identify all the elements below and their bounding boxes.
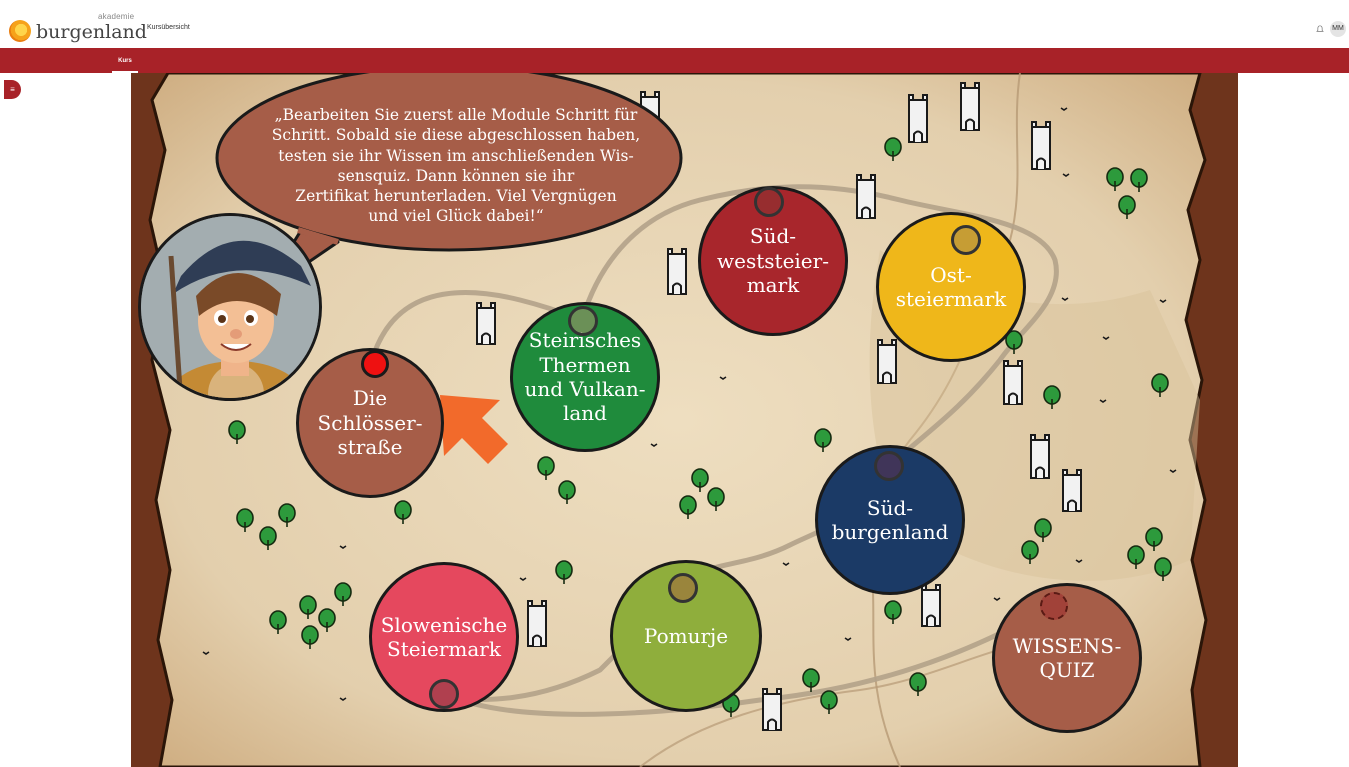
- module-label: Die Schlösser- straße: [317, 386, 423, 460]
- logo-subtitle: akademie: [98, 12, 135, 21]
- speech-text: „Bearbeiten Sie zuerst alle Module Schri…: [271, 106, 641, 226]
- module-label: Süd- weststeier- mark: [717, 224, 829, 298]
- course-overview-link[interactable]: Kursübersicht: [147, 24, 190, 31]
- tab-kurs[interactable]: Kurs: [112, 48, 138, 73]
- logo-sun-icon[interactable]: [9, 20, 31, 42]
- module-label: Pomurje: [643, 623, 729, 648]
- current-module-marker: [361, 350, 389, 378]
- bell-icon[interactable]: [1316, 25, 1324, 33]
- module-checkpoint: [1040, 592, 1068, 620]
- module-checkpoint: [668, 573, 698, 603]
- logo-title[interactable]: burgenland: [36, 21, 147, 43]
- course-tab-bar: [0, 48, 1349, 73]
- top-header: akademie burgenland Kursübersicht MM: [0, 0, 1349, 48]
- user-avatar[interactable]: MM: [1330, 21, 1346, 37]
- guide-avatar: [138, 213, 322, 401]
- module-checkpoint: [874, 451, 904, 481]
- menu-icon: ≡: [10, 85, 15, 94]
- module-checkpoint: [429, 679, 459, 709]
- module-label: Süd- burgenland: [831, 495, 949, 544]
- module-checkpoint: [754, 187, 784, 217]
- module-label: Steirisches Thermen und Vulkan- land: [524, 328, 646, 426]
- module-checkpoint: [951, 225, 981, 255]
- sidebar-toggle-button[interactable]: ≡: [4, 80, 21, 99]
- module-label: Slowenische Steiermark: [380, 612, 508, 661]
- module-label: WISSENS- QUIZ: [1012, 633, 1122, 682]
- module-checkpoint: [568, 306, 598, 336]
- module-label: Ost- steiermark: [895, 262, 1007, 311]
